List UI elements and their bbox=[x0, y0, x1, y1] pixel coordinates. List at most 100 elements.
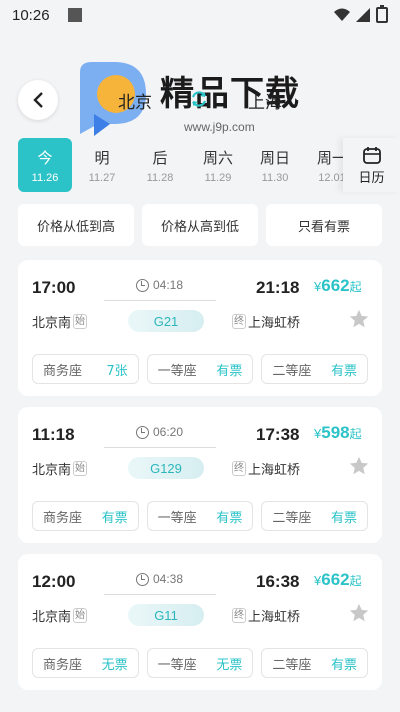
sort-price-desc-button[interactable]: 价格从高到低 bbox=[142, 204, 258, 246]
to-station-name: 上海虹桥 bbox=[248, 316, 301, 331]
price-value: 662 bbox=[321, 570, 350, 589]
clock-icon bbox=[136, 572, 149, 586]
duration-line bbox=[104, 300, 216, 301]
date-weekday: 后 bbox=[152, 148, 168, 167]
arrive-time: 17:38 bbox=[256, 425, 300, 444]
duration-line bbox=[104, 447, 216, 448]
train-number[interactable]: G21 bbox=[128, 310, 204, 332]
from-station-name: 北京南 bbox=[32, 463, 72, 478]
train-number[interactable]: G129 bbox=[128, 457, 204, 479]
from-city[interactable]: 北京 bbox=[118, 88, 152, 113]
seat-name: 二等座 bbox=[272, 363, 312, 379]
calendar-button[interactable]: 日历 bbox=[343, 138, 400, 192]
back-button[interactable] bbox=[18, 80, 58, 120]
date-weekday: 明 bbox=[94, 148, 110, 167]
swap-icon[interactable] bbox=[188, 88, 210, 110]
date-item-sunday[interactable]: 周日 11.30 bbox=[248, 138, 302, 192]
duration-line bbox=[104, 594, 216, 595]
star-icon[interactable] bbox=[348, 308, 370, 330]
status-bar: 10:26 bbox=[0, 0, 400, 30]
duration: 06:20 bbox=[136, 425, 183, 439]
duration-text: 04:18 bbox=[153, 278, 184, 292]
duration-text: 06:20 bbox=[153, 425, 184, 439]
seat-availability: 无票 bbox=[216, 657, 243, 673]
depart-time: 11:18 bbox=[32, 425, 75, 444]
price: ¥662起 bbox=[314, 570, 362, 590]
date-weekday: 今 bbox=[37, 148, 53, 167]
seat-availability: 有票 bbox=[216, 510, 243, 526]
from-station: 北京南始 bbox=[32, 606, 88, 625]
date-date: 11.30 bbox=[261, 171, 289, 184]
from-station-name: 北京南 bbox=[32, 316, 72, 331]
seat-availability: 有票 bbox=[101, 510, 128, 526]
price-suffix: 起 bbox=[349, 427, 362, 441]
seat-option[interactable]: 一等座 有票 bbox=[146, 354, 254, 384]
to-station: 终上海虹桥 bbox=[232, 312, 300, 331]
terminal-tag: 终 bbox=[232, 314, 246, 329]
watermark-url: www.j9p.com bbox=[184, 120, 255, 134]
seat-name: 商务座 bbox=[43, 657, 83, 673]
seat-name: 商务座 bbox=[43, 510, 83, 526]
seat-option[interactable]: 一等座 有票 bbox=[146, 501, 254, 531]
origin-tag: 始 bbox=[73, 314, 88, 329]
date-date: 12.01 bbox=[318, 171, 346, 184]
seat-availability: 有票 bbox=[216, 363, 243, 379]
clock-icon bbox=[136, 425, 149, 439]
train-card[interactable]: 11:18 06:20 17:38 ¥598起 北京南始 G129 终上海虹桥 商务座 有票 一等… bbox=[18, 407, 382, 543]
seat-option[interactable]: 二等座 有票 bbox=[261, 648, 369, 678]
from-station: 北京南始 bbox=[32, 312, 88, 331]
seat-option[interactable]: 二等座 有票 bbox=[261, 501, 369, 531]
route-header: 精品下载 www.j9p.com 北京 上海 bbox=[0, 30, 400, 142]
duration: 04:18 bbox=[136, 278, 183, 292]
status-icons bbox=[334, 5, 388, 23]
duration: 04:38 bbox=[136, 572, 183, 586]
seat-name: 一等座 bbox=[157, 363, 197, 379]
price-value: 662 bbox=[321, 276, 350, 295]
notification-icon bbox=[67, 8, 82, 22]
seat-name: 二等座 bbox=[272, 510, 312, 526]
from-station: 北京南始 bbox=[32, 459, 88, 478]
date-date: 11.29 bbox=[204, 171, 232, 184]
battery-icon bbox=[376, 5, 388, 23]
to-city[interactable]: 上海 bbox=[248, 88, 282, 113]
wifi-icon bbox=[334, 8, 350, 21]
clock-icon bbox=[136, 278, 149, 292]
seat-option[interactable]: 商务座 有票 bbox=[32, 501, 139, 531]
seat-name: 二等座 bbox=[272, 657, 312, 673]
date-item-day-after[interactable]: 后 11.28 bbox=[133, 138, 187, 192]
seat-availability: 有票 bbox=[331, 657, 358, 673]
price-suffix: 起 bbox=[349, 574, 362, 588]
star-icon[interactable] bbox=[348, 455, 370, 477]
price-value: 598 bbox=[321, 423, 350, 442]
date-item-today[interactable]: 今 11.26 bbox=[18, 138, 72, 192]
date-date: 11.27 bbox=[88, 171, 116, 184]
seat-option[interactable]: 商务座 7张 bbox=[32, 354, 139, 384]
seat-option[interactable]: 二等座 有票 bbox=[261, 354, 369, 384]
date-item-tomorrow[interactable]: 明 11.27 bbox=[75, 138, 129, 192]
sort-price-asc-button[interactable]: 价格从低到高 bbox=[18, 204, 134, 246]
signal-icon bbox=[356, 8, 370, 22]
date-weekday: 周六 bbox=[202, 148, 233, 167]
train-card[interactable]: 12:00 04:38 16:38 ¥662起 北京南始 G11 终上海虹桥 商务座 无票 一等座… bbox=[18, 554, 382, 690]
train-number[interactable]: G11 bbox=[128, 604, 204, 626]
train-card[interactable]: 17:00 04:18 21:18 ¥662起 北京南始 G21 终上海虹桥 商务座 7张 一等座… bbox=[18, 260, 382, 396]
seat-option[interactable]: 一等座 无票 bbox=[146, 648, 254, 678]
seat-list: 商务座 7张 一等座 有票 二等座 有票 bbox=[32, 354, 369, 384]
date-item-saturday[interactable]: 周六 11.29 bbox=[191, 138, 245, 192]
seat-option[interactable]: 商务座 无票 bbox=[32, 648, 139, 678]
star-icon[interactable] bbox=[348, 602, 370, 624]
seat-availability: 7张 bbox=[106, 363, 128, 379]
origin-tag: 始 bbox=[73, 608, 88, 623]
terminal-tag: 终 bbox=[232, 608, 246, 623]
date-weekday: 周日 bbox=[259, 148, 290, 167]
price-suffix: 起 bbox=[349, 280, 362, 294]
date-date: 11.28 bbox=[146, 171, 174, 184]
depart-time: 12:00 bbox=[32, 572, 76, 591]
duration-text: 04:38 bbox=[153, 572, 184, 586]
to-station: 终上海虹桥 bbox=[232, 459, 300, 478]
terminal-tag: 终 bbox=[232, 461, 246, 476]
arrive-time: 16:38 bbox=[256, 572, 300, 591]
filter-available-button[interactable]: 只看有票 bbox=[266, 204, 382, 246]
status-time: 10:26 bbox=[12, 6, 50, 24]
depart-time: 17:00 bbox=[32, 278, 76, 297]
